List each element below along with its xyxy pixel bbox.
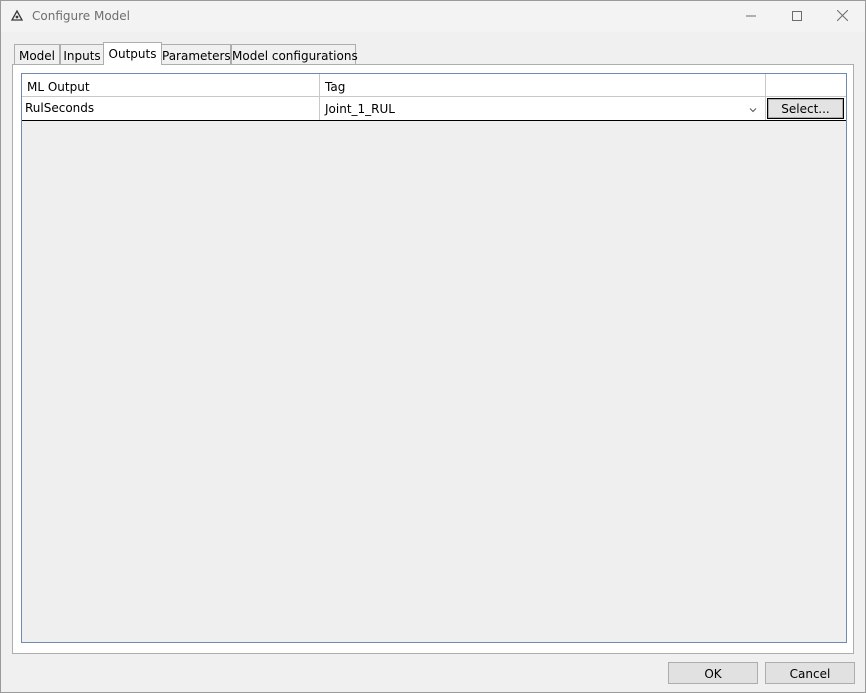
minimize-icon xyxy=(746,10,756,24)
maximize-button[interactable] xyxy=(774,1,820,32)
column-header-ml-output[interactable]: ML Output xyxy=(22,74,320,96)
maximize-icon xyxy=(792,10,802,24)
close-button[interactable] xyxy=(819,1,865,32)
ml-output-cell[interactable]: RulSeconds xyxy=(22,97,320,120)
tag-value: Joint_1_RUL xyxy=(325,102,395,116)
tab-inputs[interactable]: Inputs xyxy=(60,44,104,64)
tab-model[interactable]: Model xyxy=(14,44,60,64)
column-header-action xyxy=(766,74,846,96)
tab-outputs[interactable]: Outputs xyxy=(103,42,162,65)
close-icon xyxy=(836,9,848,24)
outputs-grid: ML Output Tag RulSeconds Joint_1_RUL Sel… xyxy=(21,73,847,643)
app-logo-icon xyxy=(10,9,24,23)
chevron-down-icon[interactable] xyxy=(749,103,757,113)
title-bar: Configure Model xyxy=(1,1,865,32)
minimize-button[interactable] xyxy=(728,1,774,32)
cancel-button[interactable]: Cancel xyxy=(765,662,855,684)
tab-model-configurations[interactable]: Model configurations xyxy=(231,44,358,64)
tab-parameters[interactable]: Parameters xyxy=(161,44,231,64)
grid-header: ML Output Tag xyxy=(22,74,846,97)
tag-combobox[interactable]: Joint_1_RUL xyxy=(320,97,766,120)
column-header-tag[interactable]: Tag xyxy=(320,74,766,96)
ok-button[interactable]: OK xyxy=(668,662,758,684)
configure-model-dialog: Configure Model Model Inputs Outputs Par… xyxy=(0,0,866,693)
select-tag-button[interactable]: Select... xyxy=(767,98,844,119)
window-title: Configure Model xyxy=(32,9,131,23)
table-row[interactable]: RulSeconds Joint_1_RUL Select... xyxy=(22,97,846,121)
